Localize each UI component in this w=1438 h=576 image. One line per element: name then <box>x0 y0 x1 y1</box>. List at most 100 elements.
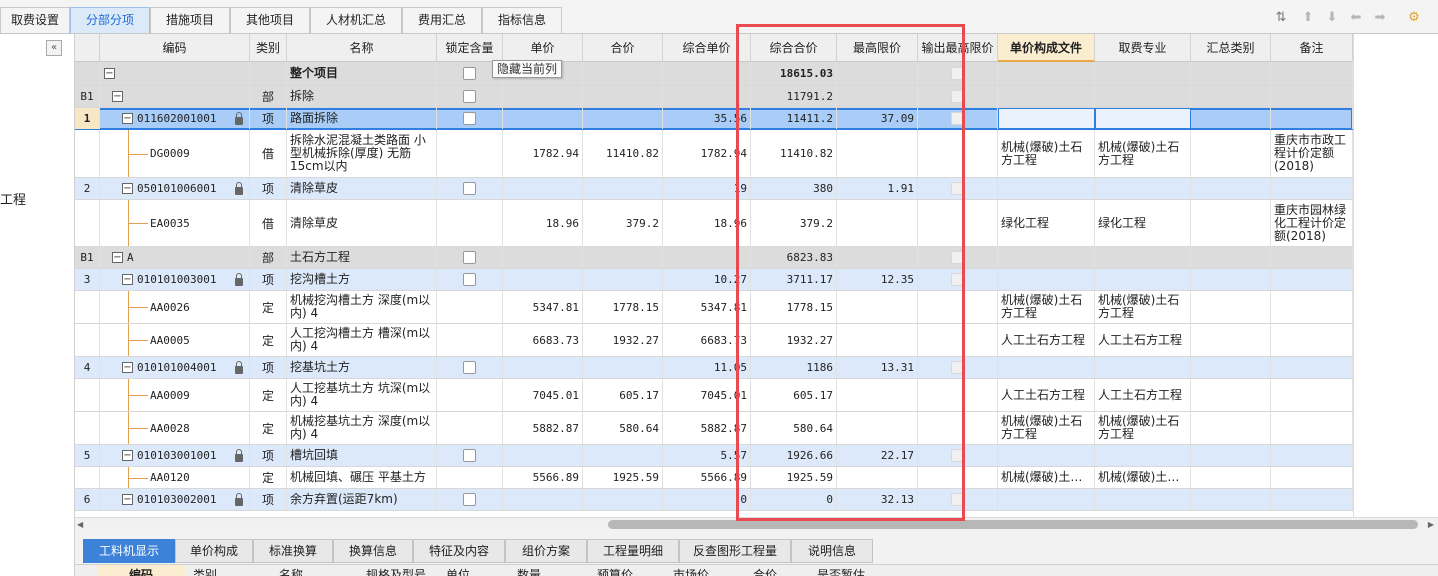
price-cell[interactable] <box>503 108 583 129</box>
cprice-cell[interactable]: 5.57 <box>663 445 751 466</box>
price-cell[interactable]: 1782.94 <box>503 130 583 177</box>
lock-qty-cell[interactable] <box>437 489 503 510</box>
ctotal-cell[interactable]: 0 <box>751 489 837 510</box>
sum-cell[interactable] <box>1191 269 1271 290</box>
settings-icon[interactable]: ⚙ <box>1406 10 1422 26</box>
limit-cell[interactable] <box>837 130 918 177</box>
scroll-left-icon[interactable]: ◀ <box>77 518 83 532</box>
price-cell[interactable]: 5347.81 <box>503 291 583 323</box>
row-seq-cell[interactable]: B1 <box>75 247 100 268</box>
table-row[interactable]: AA0028 定 机械挖基坑土方 深度(m以内) 4 5882.87 580.64 588… <box>75 412 1353 445</box>
spec-cell[interactable]: 机械(爆破)土石方工程 <box>1095 130 1191 177</box>
table-row[interactable]: DG0009 借 拆除水泥混凝土类路面 小型机械拆除(厚度) 无筋15cm以内 178… <box>75 130 1353 178</box>
name-cell[interactable]: 机械挖沟槽土方 深度(m以内) 4 <box>287 291 437 323</box>
collapse-panel-button[interactable]: « <box>46 40 62 56</box>
sum-cell[interactable] <box>1191 489 1271 510</box>
price-cell[interactable]: 5566.89 <box>503 467 583 488</box>
table-row[interactable]: B1 − 部 拆除 11791.2 <box>75 86 1353 108</box>
btab-pricing-scheme[interactable]: 组价方案 <box>505 539 587 563</box>
table-row[interactable]: EA0035 借 清除草皮 18.96 379.2 18.96 379.2 绿化工程 绿化工程 重… <box>75 200 1353 247</box>
sum-cell[interactable] <box>1191 108 1271 129</box>
name-cell[interactable]: 路面拆除 <box>287 108 437 129</box>
lock-qty-checkbox[interactable] <box>463 67 476 80</box>
ctotal-cell[interactable]: 6823.83 <box>751 247 837 268</box>
header-col-fee-spec[interactable]: 取费专业 <box>1095 34 1191 62</box>
file-cell[interactable] <box>998 178 1095 199</box>
lock-qty-cell[interactable] <box>437 324 503 356</box>
file-cell[interactable]: 机械(爆破)土… <box>998 467 1095 488</box>
lock-qty-checkbox[interactable] <box>463 90 476 103</box>
row-seq-cell[interactable] <box>75 291 100 323</box>
sum-cell[interactable] <box>1191 445 1271 466</box>
note-cell[interactable] <box>1271 247 1353 268</box>
lock-qty-cell[interactable] <box>437 269 503 290</box>
note-cell[interactable] <box>1271 445 1353 466</box>
name-cell[interactable]: 挖沟槽土方 <box>287 269 437 290</box>
scroll-thumb[interactable] <box>608 520 1418 529</box>
file-cell[interactable]: 机械(爆破)土石方工程 <box>998 291 1095 323</box>
code-cell[interactable]: −010103001001 <box>100 445 250 466</box>
code-cell[interactable]: − <box>100 86 250 107</box>
note-cell[interactable] <box>1271 379 1353 411</box>
name-cell[interactable]: 挖基坑土方 <box>287 357 437 378</box>
spec-cell[interactable] <box>1095 269 1191 290</box>
price-cell[interactable] <box>503 445 583 466</box>
note-cell[interactable] <box>1271 62 1353 85</box>
spec-cell[interactable]: 机械(爆破)土石方工程 <box>1095 291 1191 323</box>
type-cell[interactable]: 定 <box>250 379 287 411</box>
total-cell[interactable] <box>583 247 663 268</box>
output-limit-cell[interactable] <box>918 379 998 411</box>
spec-cell[interactable] <box>1095 489 1191 510</box>
output-limit-cell[interactable] <box>918 467 998 488</box>
output-limit-cell[interactable] <box>918 445 998 466</box>
spec-cell[interactable]: 绿化工程 <box>1095 200 1191 246</box>
note-cell[interactable] <box>1271 108 1353 129</box>
move-down-icon[interactable]: ⬇ <box>1324 10 1340 26</box>
name-cell[interactable]: 余方弃置(运距7km) <box>287 489 437 510</box>
total-cell[interactable] <box>583 86 663 107</box>
ctotal-cell[interactable]: 11791.2 <box>751 86 837 107</box>
header-col-total[interactable]: 合价 <box>583 34 663 62</box>
output-limit-cell[interactable] <box>918 412 998 444</box>
price-cell[interactable] <box>503 247 583 268</box>
tab-fee-settings[interactable]: 取费设置 <box>0 7 70 33</box>
name-cell[interactable]: 人工挖沟槽土方 槽深(m以内) 4 <box>287 324 437 356</box>
collapse-node-icon[interactable]: − <box>122 494 133 505</box>
cprice-cell[interactable]: 11.05 <box>663 357 751 378</box>
file-cell[interactable] <box>998 269 1095 290</box>
lock-qty-cell[interactable] <box>437 178 503 199</box>
output-limit-cell[interactable] <box>918 108 998 129</box>
ctotal-cell[interactable]: 605.17 <box>751 379 837 411</box>
spec-cell[interactable] <box>1095 357 1191 378</box>
file-cell[interactable] <box>998 247 1095 268</box>
total-cell[interactable]: 1932.27 <box>583 324 663 356</box>
output-limit-cell[interactable] <box>918 357 998 378</box>
code-cell[interactable]: AA0028 <box>100 412 250 444</box>
cprice-cell[interactable]: 5347.81 <box>663 291 751 323</box>
output-limit-checkbox[interactable] <box>951 449 964 462</box>
row-seq-cell[interactable]: 4 <box>75 357 100 378</box>
table-row[interactable]: AA0005 定 人工挖沟槽土方 槽深(m以内) 4 6683.73 1932.27 66… <box>75 324 1353 357</box>
output-limit-checkbox[interactable] <box>951 112 964 125</box>
tab-labor-material-summary[interactable]: 人材机汇总 <box>310 7 402 33</box>
price-cell[interactable]: 5882.87 <box>503 412 583 444</box>
type-cell[interactable]: 定 <box>250 291 287 323</box>
limit-cell[interactable]: 22.17 <box>837 445 918 466</box>
output-limit-checkbox[interactable] <box>951 251 964 264</box>
code-cell[interactable]: − <box>100 62 250 85</box>
note-cell[interactable] <box>1271 467 1353 488</box>
table-row[interactable]: B1 − A 部 土石方工程 6823.83 <box>75 247 1353 269</box>
price-cell[interactable] <box>503 178 583 199</box>
limit-cell[interactable] <box>837 467 918 488</box>
collapse-node-icon[interactable]: − <box>122 362 133 373</box>
header-col-lock[interactable]: 锁定含量 <box>437 34 503 62</box>
limit-cell[interactable] <box>837 62 918 85</box>
btab-labor-material[interactable]: 工料机显示 <box>83 539 175 563</box>
total-cell[interactable]: 605.17 <box>583 379 663 411</box>
total-cell[interactable] <box>583 108 663 129</box>
tab-items[interactable]: 分部分项 <box>70 7 150 33</box>
ctotal-cell[interactable]: 3711.17 <box>751 269 837 290</box>
limit-cell[interactable] <box>837 379 918 411</box>
ctotal-cell[interactable]: 1778.15 <box>751 291 837 323</box>
table-row[interactable]: AA0026 定 机械挖沟槽土方 深度(m以内) 4 5347.81 1778.15 53… <box>75 291 1353 324</box>
